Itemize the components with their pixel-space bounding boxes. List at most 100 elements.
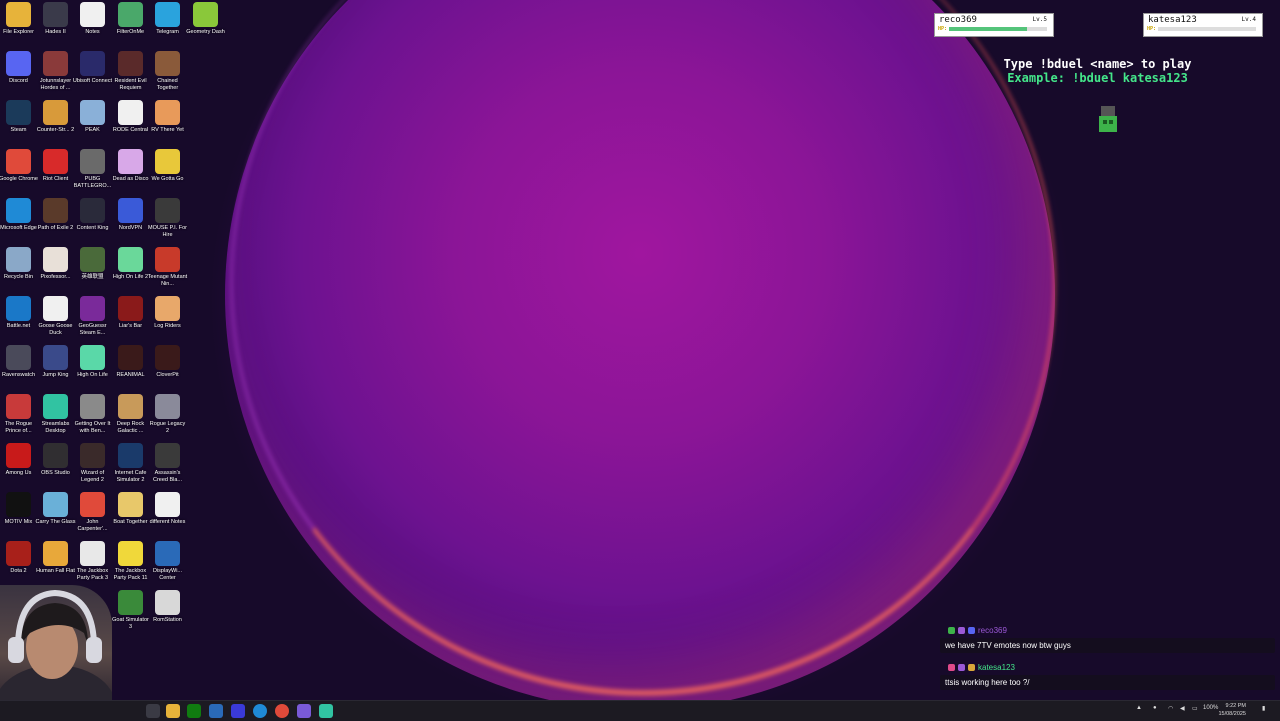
clock[interactable]: 9:22 PM 15/08/2025 [1218, 702, 1246, 718]
notification-icon[interactable]: ▮ [1262, 705, 1265, 712]
wifi-icon[interactable]: ◠ [1168, 705, 1173, 712]
desktop-icon[interactable]: Telegram [149, 2, 186, 36]
motiv-mix-icon [6, 492, 31, 517]
desktop-icon-label: Resident Evil Requiem [114, 78, 147, 91]
desktop-icon[interactable]: Carry The Glass [36, 492, 75, 526]
desktop-icon[interactable]: High On Life 2 [112, 247, 149, 281]
chat-badge-icon [948, 626, 955, 634]
desktop-icon[interactable]: Resident Evil Requiem [112, 51, 149, 92]
app-icon[interactable] [231, 704, 245, 718]
desktop-icon[interactable]: FilterOnMe [112, 2, 149, 36]
desktop-icon[interactable]: PUBG BATTLEGRO... [74, 149, 111, 190]
game-icon [43, 2, 68, 27]
desktop-icon[interactable]: Recycle Bin [0, 247, 37, 281]
desktop-icon[interactable]: Assassin's Creed Bla... [149, 443, 186, 484]
desktop-icon[interactable]: PEAK [74, 100, 111, 134]
desktop-icon[interactable]: DisplayWi... Center [149, 541, 186, 582]
app-icon[interactable] [209, 704, 223, 718]
battery-icon[interactable]: ▭ [1192, 705, 1198, 712]
desktop-icon[interactable]: Getting Over It with Ben... [74, 394, 111, 435]
desktop-icon[interactable]: Discord [0, 51, 37, 85]
folder-icon[interactable] [166, 704, 180, 718]
desktop-icon[interactable]: Jotunnslayer Hordes of ... [37, 51, 74, 92]
desktop-icon[interactable]: High On Life [74, 345, 111, 379]
desktop-icon[interactable]: File Explorer [0, 2, 37, 36]
chevron-up-icon[interactable]: ▲ [1136, 705, 1142, 711]
desktop-icon[interactable]: Chained Together [149, 51, 186, 92]
desktop-icon[interactable]: Dead as Disco [112, 149, 149, 183]
desktop-icon[interactable]: Internet Cafe Simulator 2 [112, 443, 149, 484]
game-icon [80, 345, 105, 370]
desktop-icon-label: Steam [10, 127, 27, 133]
desktop-icon[interactable]: Geometry Dash [186, 2, 225, 36]
desktop-icon-label: John Carpenter'... [77, 519, 108, 532]
desktop-icon[interactable]: Deep Rock Galactic ... [112, 394, 149, 435]
desktop-icon[interactable]: Pixofessor... [37, 247, 74, 281]
desktop-icon-label: MOTIV Mix [4, 519, 33, 525]
game-icon [118, 296, 143, 321]
desktop-icon[interactable]: Path of Exile 2 [37, 198, 74, 232]
desktop-icon[interactable]: Google Chrome [0, 149, 38, 183]
microphone-icon[interactable]: ● [1153, 705, 1157, 711]
desktop-icon[interactable]: Goose Goose Duck [37, 296, 74, 337]
desktop-icon[interactable]: Teenage Mutant Nin... [148, 247, 187, 288]
desktop-icon[interactable]: Goat Simulator 3 [112, 590, 149, 631]
desktop-icon[interactable]: Steam [0, 100, 37, 134]
player2-hp-bar [1158, 27, 1256, 31]
edge-icon [6, 198, 31, 223]
desktop-icon[interactable]: MOUSE P.I. For Hire [148, 198, 187, 239]
desktop-icon[interactable]: CloverPit [149, 345, 186, 379]
desktop-icon[interactable]: Liar's Bar [112, 296, 149, 330]
desktop-icon[interactable]: John Carpenter'... [74, 492, 111, 533]
desktop-icon[interactable]: MOTIV Mix [0, 492, 37, 526]
desktop-icon[interactable]: RomStation [149, 590, 186, 624]
app-icon[interactable] [297, 704, 311, 718]
desktop-icon-label: Notes [85, 29, 100, 35]
speaker-icon[interactable]: ◀ [1180, 705, 1185, 712]
desktop-icon[interactable]: Log Riders [149, 296, 186, 330]
desktop-icon[interactable]: Battle.net [0, 296, 37, 330]
desktop-icon[interactable]: RODE Central [112, 100, 149, 134]
desktop-icon[interactable]: different Notes [149, 492, 186, 526]
desktop-icon[interactable]: 英雄联盟 [74, 247, 111, 281]
desktop-icon[interactable]: We Gotta Go [149, 149, 186, 183]
desktop-icon[interactable]: RV There Yet [149, 100, 186, 134]
desktop-icon[interactable]: REANIMAL [112, 345, 149, 379]
desktop-icon[interactable]: Ubisoft Connect [73, 51, 112, 85]
desktop-icon[interactable]: The Jackbox Party Pack 11 [112, 541, 149, 582]
desktop-icon[interactable]: The Jackbox Party Pack 3 [74, 541, 111, 582]
desktop-icon[interactable]: The Rogue Prince of... [0, 394, 37, 435]
desktop-icon-label: Log Riders [154, 323, 181, 329]
desktop-icon[interactable]: Counter-Str... 2 [37, 100, 74, 134]
streamlabs-icon[interactable] [319, 704, 333, 718]
desktop-icon[interactable]: Notes [74, 2, 111, 36]
desktop-icon[interactable]: Wizard of Legend 2 [74, 443, 111, 484]
game-icon [80, 443, 105, 468]
search-icon[interactable] [146, 704, 160, 718]
folder-icon [6, 2, 31, 27]
desktop-icon[interactable]: NordVPN [112, 198, 149, 232]
desktop-icon[interactable]: Microsoft Edge [0, 198, 37, 232]
desktop-icon[interactable]: Human Fall Flat [36, 541, 75, 575]
file-icon [80, 2, 105, 27]
ravenswatch-icon [6, 345, 31, 370]
desktop-icon[interactable]: GeoGuessr Steam E... [74, 296, 111, 337]
desktop-icon[interactable]: Ravenswatch [0, 345, 37, 379]
game-icon [118, 590, 143, 615]
desktop-icon[interactable]: Rogue Legacy 2 [149, 394, 186, 435]
xbox-icon[interactable] [187, 704, 201, 718]
desktop-icon[interactable]: Streamlabs Desktop [37, 394, 74, 435]
desktop-icon[interactable]: Content King [74, 198, 111, 232]
chrome-icon[interactable] [275, 704, 289, 718]
edge-icon[interactable] [253, 704, 267, 718]
file-icon [155, 492, 180, 517]
desktop-icon[interactable]: Riot Client [37, 149, 74, 183]
desktop-icon[interactable]: Jump King [37, 345, 74, 379]
desktop-icon[interactable]: Hades II [37, 2, 74, 36]
desktop-icon-label: The Rogue Prince of... [4, 421, 33, 434]
desktop-icon[interactable]: Among Us [0, 443, 37, 477]
geoguessr-icon [80, 296, 105, 321]
desktop-icon[interactable]: Boat Together [112, 492, 149, 526]
desktop-icon[interactable]: Dota 2 [0, 541, 37, 575]
desktop-icon[interactable]: OBS Studio [37, 443, 74, 477]
